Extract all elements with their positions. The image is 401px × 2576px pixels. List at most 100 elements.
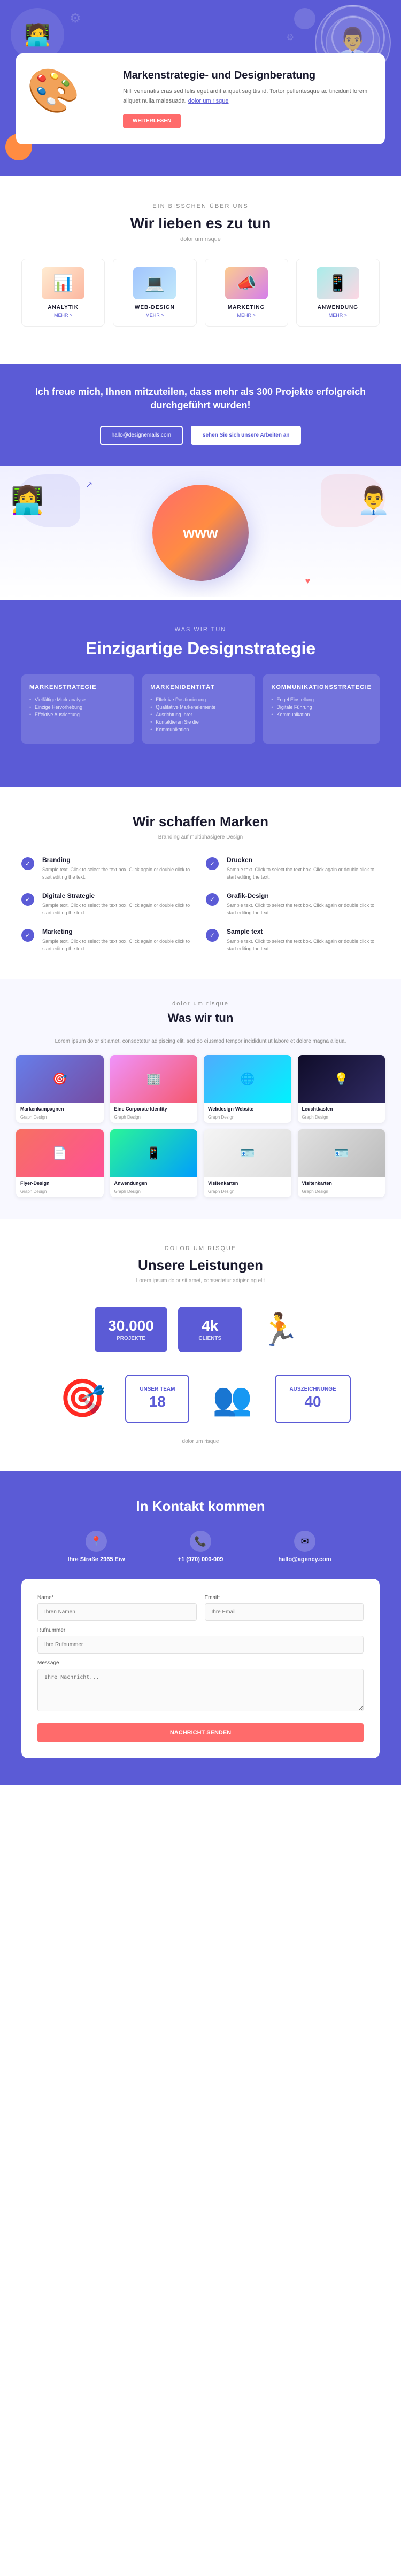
portfolio-label-leucht: Leuchtkasten (298, 1103, 385, 1115)
portfolio-item-leucht[interactable]: 💡 Leuchtkasten Graph Design (298, 1055, 385, 1123)
globe-container: 👩‍💻 👨‍💼 www ↗ ♥ (0, 469, 401, 597)
portfolio-label-corporate: Eine Corporate Identity (110, 1103, 198, 1115)
analytik-illustration: 📊 (42, 267, 84, 299)
quote-email-button[interactable]: hallo@designemails.com (100, 426, 183, 445)
what-card-item-2-2: Kommunikation (271, 712, 372, 717)
portfolio-type-leucht: Graph Design (298, 1115, 385, 1123)
form-row-phone: Rufnummer (37, 1627, 364, 1654)
quote-text: Ich freue mich, Ihnen mitzuteilen, dass … (27, 385, 374, 412)
service-name-marketing: MARKETING (211, 305, 282, 311)
what-card-kommunikation: KOMMUNIKATIONSSTRATEGIE Engel Einstellun… (263, 674, 380, 744)
portfolio-item-corporate[interactable]: 🏢 Eine Corporate Identity Graph Design (110, 1055, 198, 1123)
brand-item-title-5: Sample text (227, 928, 380, 935)
service-name-anwendung: ANWENDUNG (302, 305, 374, 311)
portfolio-item-flyer[interactable]: 📄 Flyer-Design Graph Design (16, 1129, 104, 1197)
email-input[interactable] (205, 1603, 364, 1621)
stats-bottom-row: 🎯 UNSER TEAM 18 👥 AUSZEICHNUNGE 40 (21, 1367, 380, 1431)
portfolio-title: Was wir tun (16, 1011, 385, 1025)
gear-deco-1: ⚙ (70, 11, 81, 26)
what-card-title-0: MARKENSTRATEGIE (29, 684, 126, 690)
what-card-item-0-2: Effektive Ausrichtung (29, 712, 126, 717)
what-card-item-2-0: Engel Einstellung (271, 697, 372, 702)
form-group-email: Email* (205, 1595, 364, 1621)
about-title: Wir lieben es zu tun (21, 215, 380, 232)
globe-person-left: 👩‍💻 (11, 485, 44, 516)
brand-item-content-4: Marketing Sample text. Click to select t… (42, 928, 195, 953)
runner-illustration: 🏃 (253, 1302, 306, 1356)
service-card-webdesign[interactable]: 💻 WEB-DESIGN MEHR > (113, 259, 196, 327)
brand-check-1: ✓ (206, 857, 219, 870)
portfolio-item-anwendungen[interactable]: 📱 Anwendungen Graph Design (110, 1129, 198, 1197)
services-grid: 📊 ANALYTIK MEHR > 💻 WEB-DESIGN MEHR > 📣 … (21, 259, 380, 327)
portfolio-img-corporate: 🏢 (110, 1055, 198, 1103)
portfolio-grid: 🎯 Markenkampagnen Graph Design 🏢 Eine Co… (16, 1055, 385, 1197)
portfolio-section: dolor um risque Was wir tun Lorem ipsum … (0, 979, 401, 1219)
portfolio-item-markenkampagnen[interactable]: 🎯 Markenkampagnen Graph Design (16, 1055, 104, 1123)
what-card-item-0-0: Vielfältige Marktanalyse (29, 697, 126, 702)
brand-item-desc-3: Sample text. Click to select the text bo… (227, 902, 380, 917)
what-card-item-1-2: Ausrichtung Ihrer (150, 712, 247, 717)
stat-box-projekte: 30.000 PROJEKTE (95, 1307, 167, 1352)
what-card-markenidentitat: MARKENIDENTITÄT Effektive Positionierung… (142, 674, 255, 744)
service-more-anwendung[interactable]: MEHR > (302, 313, 374, 318)
portfolio-type-flyer: Graph Design (16, 1189, 104, 1197)
message-textarea[interactable] (37, 1669, 364, 1711)
stat-label-clients: CLIENTS (191, 1336, 229, 1341)
brand-item-desc-0: Sample text. Click to select the text bo… (42, 866, 195, 881)
brand-item-content-0: Branding Sample text. Click to select th… (42, 856, 195, 881)
phone-icon-wrap: 📞 (190, 1531, 211, 1552)
hero-cta-button[interactable]: WEITERLESEN (123, 114, 181, 128)
www-label: www (152, 485, 249, 581)
brand-item-desc-5: Sample text. Click to select the text bo… (227, 937, 380, 953)
service-more-marketing[interactable]: MEHR > (211, 313, 282, 318)
email-label: Email* (205, 1595, 364, 1601)
brand-item-desc-4: Sample text. Click to select the text bo… (42, 937, 195, 953)
contact-email-value: hallo@agency.com (257, 1556, 353, 1563)
portfolio-item-visitenkarten2[interactable]: 🪪 Visitenkarten Graph Design (298, 1129, 385, 1197)
webdesign-illustration: 💻 (133, 267, 176, 299)
phone-input[interactable] (37, 1636, 364, 1654)
brands-section: Wir schaffen Marken Branding auf multiph… (0, 787, 401, 979)
about-subtitle: dolor um risque (21, 236, 380, 243)
brand-check-5: ✓ (206, 929, 219, 942)
submit-button[interactable]: NACHRICHT SENDEN (37, 1723, 364, 1742)
hero-link[interactable]: dolor um risque (188, 98, 229, 104)
email-icon: ✉ (300, 1536, 309, 1547)
contact-form: Name* Email* Rufnummer Message NACHRICHT… (21, 1579, 380, 1758)
brand-check-4: ✓ (21, 929, 34, 942)
stat-number-team: 18 (140, 1393, 175, 1410)
brand-item-content-2: Digitale Strategie Sample text. Click to… (42, 892, 195, 917)
service-card-marketing[interactable]: 📣 MARKETING MEHR > (205, 259, 288, 327)
stats-title: Unsere Leistungen (21, 1257, 380, 1274)
name-input[interactable] (37, 1603, 197, 1621)
brand-check-2: ✓ (21, 893, 34, 906)
portfolio-type-visitenkarten1: Graph Design (204, 1189, 291, 1197)
portfolio-type-markenkampagnen: Graph Design (16, 1115, 104, 1123)
brands-grid: ✓ Branding Sample text. Click to select … (21, 856, 380, 952)
brand-item-desc-2: Sample text. Click to select the text bo… (42, 902, 195, 917)
service-card-analytik[interactable]: 📊 ANALYTIK MEHR > (21, 259, 105, 327)
portfolio-img-visitenkarten2: 🪪 (298, 1129, 385, 1177)
service-more-analytik[interactable]: MEHR > (27, 313, 99, 318)
stat-number-auszeichnung: 40 (289, 1393, 336, 1410)
quote-section: Ich freue mich, Ihnen mitzuteilen, dass … (0, 364, 401, 465)
portfolio-item-visitenkarten1[interactable]: 🪪 Visitenkarten Graph Design (204, 1129, 291, 1197)
form-row-message: Message (37, 1660, 364, 1714)
about-section: EIN BISSCHEN ÜBER UNS Wir lieben es zu t… (0, 176, 401, 364)
portfolio-img-leucht: 💡 (298, 1055, 385, 1103)
marketing-illustration: 📣 (225, 267, 268, 299)
brands-title: Wir schaffen Marken (21, 813, 380, 830)
brand-item-content-3: Grafik-Design Sample text. Click to sele… (227, 892, 380, 917)
brand-item-title-0: Branding (42, 856, 195, 864)
gear-deco-2: ⚙ (287, 32, 294, 43)
service-card-anwendung[interactable]: 📱 ANWENDUNG MEHR > (296, 259, 380, 327)
portfolio-img-markenkampagnen: 🎯 (16, 1055, 104, 1103)
what-card-item-0-1: Einzige Hervorhebung (29, 704, 126, 710)
service-more-webdesign[interactable]: MEHR > (119, 313, 190, 318)
brand-item-grafik: ✓ Grafik-Design Sample text. Click to se… (206, 892, 380, 917)
form-row-name-email: Name* Email* (37, 1595, 364, 1621)
portfolio-item-webdesign2[interactable]: 🌐 Webdesign-Website Graph Design (204, 1055, 291, 1123)
stats-bottom-label: dolor um risque (21, 1439, 380, 1445)
quote-work-button[interactable]: sehen Sie sich unsere Arbeiten an (191, 426, 301, 445)
brands-subtitle: Branding auf multiphasigere Design (21, 834, 380, 840)
